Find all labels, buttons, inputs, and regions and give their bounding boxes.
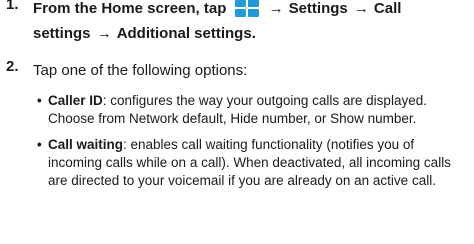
arrow-icon: → [268,0,284,17]
option-description: : configures the way your outgoing calls… [48,93,427,126]
path-settings: Settings [288,0,348,17]
step-1-intro: From the Home screen, tap [33,0,227,17]
list-item-caller-id: • Caller ID: configures the way your outg… [37,92,467,128]
step-1-period: . [251,25,256,42]
apps-menu-icon [234,0,260,18]
step-1-text: From the Home screen, tap → Settings → Cal… [33,0,463,46]
arrow-icon: → [96,25,112,42]
step-2-text: Tap one of the following options: [33,62,248,79]
option-term: Call waiting [48,137,124,152]
step-2-number: 2. [6,58,19,75]
option-term: Caller ID [48,93,103,108]
options-list: • Caller ID: configures the way your outg… [37,92,467,198]
bullet: • [37,137,42,152]
bullet: • [37,93,42,108]
arrow-icon: → [353,0,369,17]
instructions-page: 1. From the Home screen, tap → Settings →… [0,0,474,244]
step-1-number: 1. [6,0,19,13]
list-item-call-waiting: • Call waiting: enables call waiting func… [37,136,467,190]
path-additional-settings: Additional settings [116,25,252,42]
